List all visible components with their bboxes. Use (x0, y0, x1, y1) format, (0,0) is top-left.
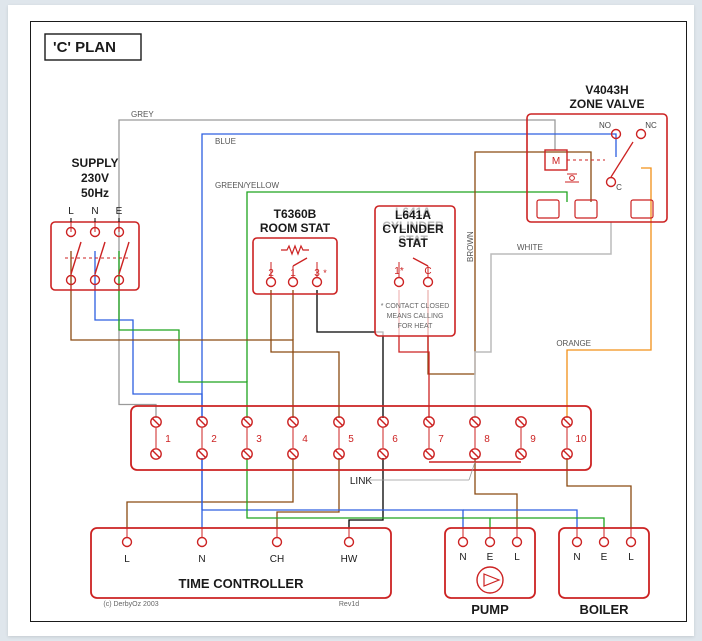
svg-text:E: E (487, 552, 494, 563)
svg-text:*: * (323, 268, 327, 278)
svg-text:CH: CH (270, 554, 284, 565)
supply-E: E (116, 206, 123, 217)
supply-label: SUPPLY (72, 156, 119, 170)
svg-text:N: N (198, 554, 205, 565)
wire-rs3-j6 (317, 290, 383, 418)
svg-text:9: 9 (530, 434, 536, 445)
svg-text:STAT: STAT (398, 236, 428, 250)
svg-text:* CONTACT CLOSED: * CONTACT CLOSED (381, 303, 450, 310)
svg-text:4: 4 (302, 434, 308, 445)
diagram-frame: 'C' PLAN GREY BLUE GREEN/YELLOW BROWN (30, 21, 687, 622)
wire-blue-supply (95, 251, 202, 418)
svg-text:NO: NO (599, 121, 611, 130)
wire-boiler-E (490, 518, 604, 528)
pump-label: PUMP (471, 602, 509, 617)
svg-text:L: L (514, 552, 520, 563)
svg-text:NC: NC (645, 121, 657, 130)
wire-grey-label: GREY (131, 110, 154, 119)
wire-rs2-j5 (271, 290, 339, 418)
wire-boiler-N (463, 510, 577, 528)
svg-text:5: 5 (348, 434, 354, 445)
svg-text:L: L (124, 554, 130, 565)
wire-orange-label: ORANGE (556, 339, 591, 348)
svg-text:HW: HW (341, 554, 358, 565)
room-stat-label: ROOM STAT (260, 221, 331, 235)
svg-text:2: 2 (211, 434, 217, 445)
svg-text:1: 1 (165, 434, 171, 445)
svg-text:7: 7 (438, 434, 444, 445)
junction-block (131, 406, 591, 470)
pump-box (445, 528, 535, 598)
supply-freq: 50Hz (81, 186, 109, 200)
credit: (c) DerbyOz 2003 (103, 601, 158, 608)
title-text: 'C' PLAN (53, 39, 116, 56)
svg-text:MEANS CALLING: MEANS CALLING (387, 313, 444, 320)
wire-pump-N (202, 510, 463, 528)
wire-white-label: WHITE (517, 243, 543, 252)
wire-gy-label: GREEN/YELLOW (215, 181, 279, 190)
room-stat-model: T6360B (274, 207, 317, 221)
svg-text:N: N (573, 552, 580, 563)
supply-L: L (68, 206, 74, 217)
wiring-diagram-svg: 'C' PLAN GREY BLUE GREEN/YELLOW BROWN (31, 22, 688, 623)
svg-text:E: E (601, 552, 608, 563)
boiler-box (559, 528, 649, 598)
svg-text:10: 10 (575, 434, 587, 445)
rev: Rev1d (339, 601, 359, 608)
svg-text:3: 3 (256, 434, 262, 445)
svg-text:6: 6 (392, 434, 398, 445)
wire-brown-label: BROWN (466, 231, 475, 262)
wire-orange (567, 168, 651, 418)
svg-text:FOR HEAT: FOR HEAT (398, 323, 434, 330)
wire-brown-supplyL (71, 251, 293, 418)
svg-text:LINK: LINK (350, 476, 373, 487)
junction-terminals: 1 2 3 4 (151, 417, 587, 459)
boiler-label: BOILER (579, 602, 629, 617)
time-controller-label: TIME CONTROLLER (179, 576, 305, 591)
wire-pump-E (247, 458, 490, 528)
svg-text:M: M (552, 156, 560, 167)
wire-white (475, 222, 611, 418)
zone-valve-label: ZONE VALVE (570, 97, 645, 111)
svg-text:CYLINDER: CYLINDER (382, 222, 444, 236)
svg-text:N: N (459, 552, 466, 563)
svg-text:L641A: L641A (395, 208, 431, 222)
zone-valve-model: V4043H (585, 83, 628, 97)
supply-voltage: 230V (81, 171, 109, 185)
svg-text:8: 8 (484, 434, 490, 445)
svg-text:C: C (616, 183, 622, 192)
svg-text:L: L (628, 552, 634, 563)
supply-N: N (91, 206, 98, 217)
wire-blue-label: BLUE (215, 137, 236, 146)
